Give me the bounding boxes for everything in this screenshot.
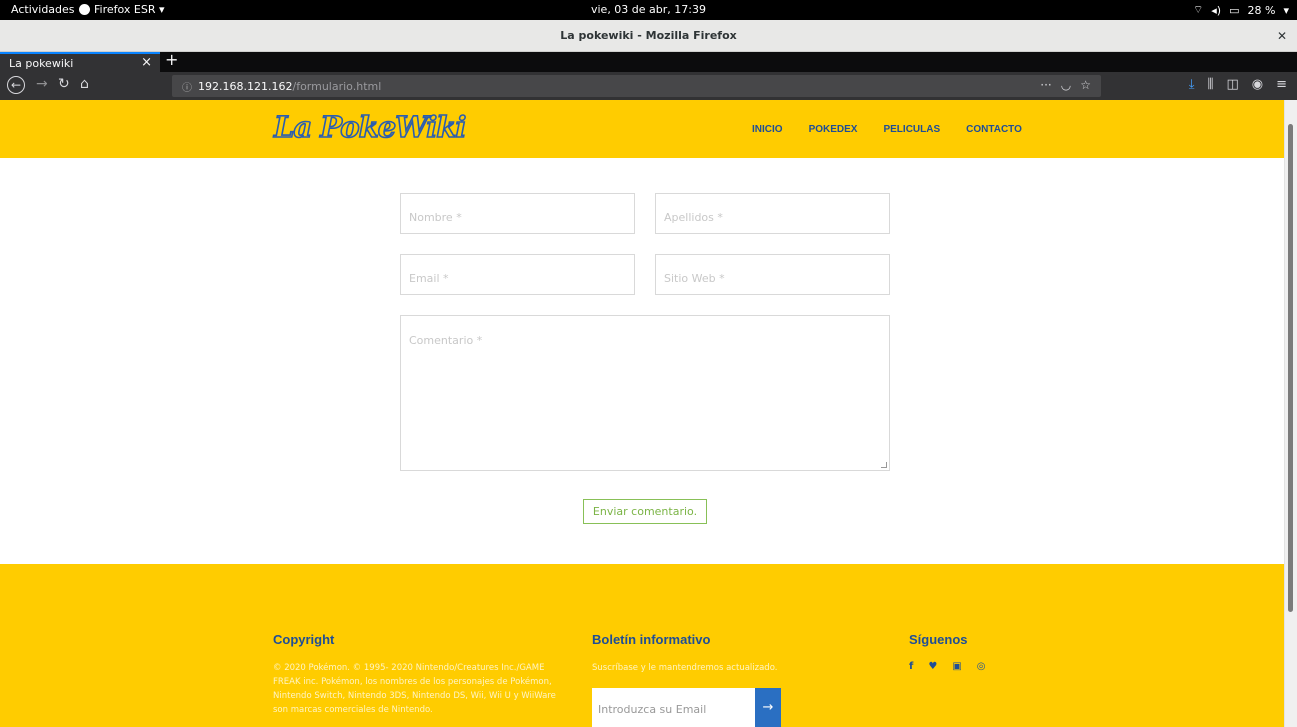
battery-percent: 28 %: [1247, 3, 1276, 17]
apellidos-placeholder: Apellidos *: [664, 211, 723, 224]
send-comment-button[interactable]: Enviar comentario.: [583, 499, 707, 524]
account-icon[interactable]: ◉: [1252, 77, 1263, 92]
chevron-down-icon: ▾: [1283, 3, 1289, 17]
newsletter-email-input[interactable]: Introduzca su Email: [592, 688, 755, 727]
url-host: 192.168.121.162: [198, 79, 293, 93]
arrow-right-icon: →: [762, 700, 774, 715]
scrollbar-thumb[interactable]: [1288, 124, 1293, 612]
copyright-line: © 2020 Pokémon. © 1995- 2020 Nintendo/Cr…: [273, 663, 545, 673]
close-tab-icon[interactable]: ×: [141, 55, 152, 70]
resize-grip-icon[interactable]: [881, 462, 887, 468]
main-menu: INICIO POKEDEX PELICULAS CONTACTO: [752, 124, 1022, 135]
sidebar-icon[interactable]: ◫: [1226, 77, 1238, 92]
tab-la-pokewiki[interactable]: La pokewiki ×: [0, 52, 160, 72]
page-scrollbar[interactable]: [1284, 100, 1297, 727]
home-icon[interactable]: ⌂: [80, 76, 89, 92]
new-tab-icon[interactable]: +: [165, 50, 178, 69]
twitter-icon[interactable]: ♥: [928, 661, 937, 672]
newsletter-submit-button[interactable]: →: [755, 688, 781, 727]
follow-title: Síguenos: [909, 632, 968, 647]
back-arrow-icon[interactable]: ←: [7, 76, 25, 94]
nombre-placeholder: Nombre *: [409, 211, 462, 224]
tab-strip: La pokewiki × +: [0, 50, 1297, 72]
reload-icon[interactable]: ↻: [58, 76, 70, 92]
comentario-placeholder: Comentario *: [409, 334, 483, 347]
close-window-icon[interactable]: ✕: [1277, 29, 1287, 43]
url-path: /formulario.html: [292, 79, 382, 93]
site-footer: Copyright © 2020 Pokémon. © 1995- 2020 N…: [0, 564, 1284, 727]
email-field[interactable]: Email *: [400, 254, 635, 295]
site-header: La PokeWiki INICIO POKEDEX PELICULAS CON…: [0, 100, 1284, 158]
tab-label: La pokewiki: [9, 56, 74, 70]
nav-pokedex[interactable]: POKEDEX: [809, 124, 858, 135]
bookmark-star-icon[interactable]: ☆: [1080, 78, 1091, 92]
newsletter-text: Suscríbase y le mantendremos actualizado…: [592, 663, 778, 673]
nombre-field[interactable]: Nombre *: [400, 193, 635, 234]
forward-arrow-icon[interactable]: →: [36, 76, 48, 92]
apellidos-field[interactable]: Apellidos *: [655, 193, 890, 234]
window-title-bar: La pokewiki - Mozilla Firefox ✕: [0, 20, 1297, 52]
clock[interactable]: vie, 03 de abr, 17:39: [0, 3, 1297, 16]
window-title: La pokewiki - Mozilla Firefox: [560, 29, 737, 42]
nav-peliculas[interactable]: PELICULAS: [883, 124, 940, 135]
copyright-line: FREAK inc. Pokémon, los nombres de los p…: [273, 677, 552, 687]
instagram-icon[interactable]: ◎: [977, 661, 986, 672]
website-field[interactable]: Sitio Web *: [655, 254, 890, 295]
library-icon[interactable]: ⫼: [1207, 77, 1213, 92]
wifi-icon: ⌔: [1192, 3, 1204, 16]
website-placeholder: Sitio Web *: [664, 272, 725, 285]
system-tray[interactable]: ⌔ ◂) ▭ 28 % ▾: [1193, 3, 1289, 17]
email-placeholder: Email *: [409, 272, 449, 285]
facebook-icon[interactable]: f: [909, 661, 913, 672]
page-actions-icon[interactable]: ···: [1040, 78, 1051, 92]
nav-inicio[interactable]: INICIO: [752, 124, 783, 135]
site-logo[interactable]: La PokeWiki: [273, 109, 467, 145]
battery-icon: ▭: [1229, 3, 1240, 17]
navigation-toolbar: ← → ↻ ⌂ ⓘ 192.168.121.162/formulario.htm…: [0, 72, 1297, 100]
comentario-textarea[interactable]: Comentario *: [400, 315, 890, 471]
youtube-icon[interactable]: ▣: [952, 661, 961, 672]
copyright-line: son marcas comerciales de Nintendo.: [273, 705, 433, 715]
copyright-line: Nintendo Switch, Nintendo 3DS, Nintendo …: [273, 691, 556, 701]
copyright-title: Copyright: [273, 632, 335, 647]
newsletter-placeholder: Introduzca su Email: [598, 703, 707, 716]
system-top-bar: Actividades Firefox ESR ▾ vie, 03 de abr…: [0, 0, 1297, 20]
url-bar[interactable]: ⓘ 192.168.121.162/formulario.html ··· ◡ …: [172, 75, 1101, 97]
download-icon[interactable]: ⤓: [1189, 77, 1195, 92]
nav-contacto[interactable]: CONTACTO: [966, 124, 1022, 135]
pocket-icon[interactable]: ◡: [1061, 78, 1071, 92]
volume-icon: ◂): [1211, 3, 1222, 17]
menu-hamburger-icon[interactable]: ≡: [1276, 77, 1287, 92]
newsletter-title: Boletín informativo: [592, 632, 711, 647]
copyright-text: © 2020 Pokémon. © 1995- 2020 Nintendo/Cr…: [273, 661, 583, 717]
social-links: f ♥ ▣ ◎: [909, 661, 986, 672]
info-icon[interactable]: ⓘ: [182, 79, 192, 94]
